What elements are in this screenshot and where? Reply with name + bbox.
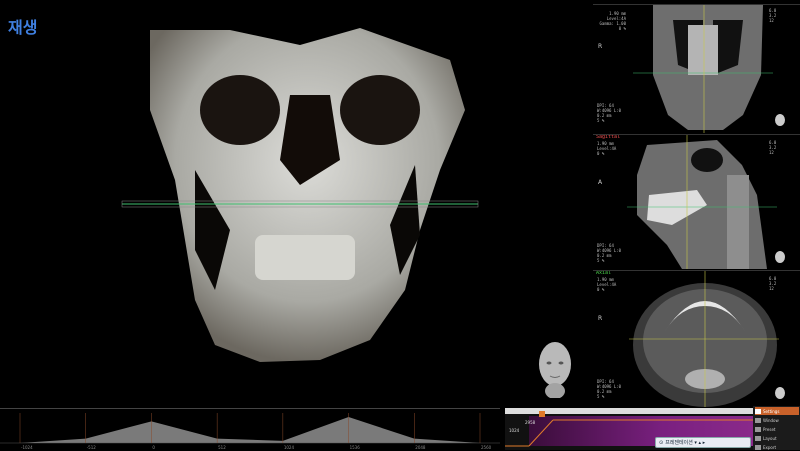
mode-label: 재생: [8, 18, 38, 37]
preset-icon: ⊙: [659, 439, 664, 446]
histogram-tick-label: 0: [152, 445, 155, 450]
teeth-area: [255, 235, 355, 280]
left-orbit: [200, 75, 280, 145]
preset-label: 프레젠테이션 ▾ ▴ ▸: [665, 440, 706, 446]
histogram-timeline[interactable]: -1024 -512 0 512 1024 1536 2048 2560: [0, 408, 500, 451]
tf-top-label: 2958: [525, 420, 536, 425]
histogram-tick-label: 2560: [481, 445, 492, 450]
axial-title: Axial: [596, 270, 612, 276]
menu-item-label: Window: [763, 417, 779, 423]
sagittal-view-panel[interactable]: Sagittal 1.90 mm Level:4A 0 % A 6.0 3.2 …: [593, 134, 800, 271]
histogram-chart[interactable]: -1024 -512 0 512 1024 1536 2048 2560: [0, 409, 500, 451]
coronal-orient-label: R: [598, 43, 603, 50]
preset-selector[interactable]: ⊙ 프레젠테이션 ▾ ▴ ▸: [655, 437, 751, 448]
axial-view-panel[interactable]: Axial 1.90 mm Level:4A 0 % R 6.0 3.2 12 …: [593, 270, 800, 409]
histogram-area: [20, 417, 480, 443]
axial-head-icon: [775, 387, 785, 399]
menu-item-label: Preset: [763, 426, 776, 432]
coronal-bottom-info: DPI: 64 W:4096 L:0 0.2 mm 5 %: [597, 103, 622, 123]
coronal-top-info: 1.90 mm Level:4A Gamma: 1.00 0 %: [599, 11, 627, 31]
histogram-tick-label: -1024: [21, 445, 33, 450]
sagittal-bottom-info: DPI: 64 W:4096 L:0 0.2 mm 5 %: [597, 243, 622, 263]
menu-item-label: Layout: [763, 435, 777, 441]
histogram-tick-label: 1536: [350, 445, 361, 450]
axial-top-info: 1.90 mm Level:4A 0 %: [597, 277, 617, 292]
menu-item-settings[interactable]: Settings: [755, 407, 799, 415]
render-menu: Settings Window Preset Layout Export: [753, 406, 800, 450]
window-icon: [755, 417, 761, 423]
axial-bottom-info: DPI: 64 W:4096 L:0 0.2 mm 5 %: [597, 379, 622, 399]
right-orbit: [340, 75, 420, 145]
histogram-tick-label: 1024: [284, 445, 295, 450]
skull-render: [121, 28, 479, 362]
sagittal-head-icon: [775, 251, 785, 263]
histogram-tick-label: 512: [218, 445, 226, 450]
menu-item-label: Export: [763, 444, 777, 450]
menu-item-preset[interactable]: Preset: [755, 425, 799, 433]
preset-icon: [755, 426, 761, 432]
menu-item-window[interactable]: Window: [755, 416, 799, 424]
coronal-head-icon: [775, 114, 785, 126]
settings-icon: [755, 408, 761, 414]
histogram-tick-label: -512: [87, 445, 97, 450]
tf-mid-label: 1024: [509, 428, 520, 433]
coronal-slice-image: [633, 5, 773, 133]
menu-item-label: Settings: [763, 408, 780, 414]
axial-orient-label: R: [598, 315, 603, 322]
sagittal-orient-label: A: [598, 179, 603, 186]
histogram-tick-label: 2048: [415, 445, 426, 450]
menu-item-layout[interactable]: Layout: [755, 434, 799, 442]
layout-icon: [755, 435, 761, 441]
axial-slice-image: [629, 271, 779, 407]
sagittal-top-info: 1.90 mm Level:4A 0 %: [597, 141, 617, 156]
coronal-view-panel[interactable]: 1.90 mm Level:4A Gamma: 1.00 0 % R 6.0 3…: [593, 4, 800, 135]
sagittal-title: Sagittal: [596, 134, 621, 140]
export-icon: [755, 444, 761, 450]
sagittal-slice-image: [627, 135, 777, 269]
3d-render-view[interactable]: [0, 0, 593, 408]
head-orientation-icon[interactable]: [532, 336, 578, 398]
